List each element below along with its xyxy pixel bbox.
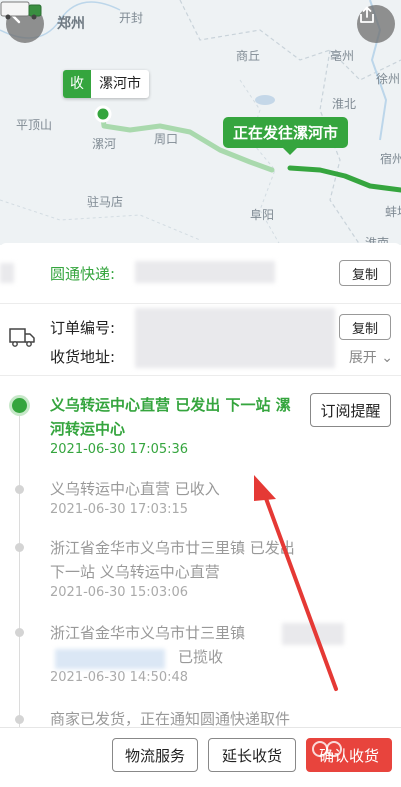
city-label: 平顶山 — [16, 118, 53, 132]
event-time: 2021-06-30 17:05:36 — [50, 442, 189, 457]
timeline-dot — [15, 715, 24, 724]
confirm-receipt-button[interactable]: 确认收货 — [306, 738, 392, 772]
order-number-label: 订单编号: — [50, 319, 116, 337]
timeline-event: 义乌转运中心直营 已发出 下一站 漯河转运中心 2021-06-30 17:05… — [50, 393, 305, 457]
timeline-dot — [15, 485, 24, 494]
timeline-line — [19, 405, 20, 735]
bottom-action-bar: 物流服务 延长收货 确认收货 — [0, 727, 401, 787]
city-label: 驻马店 — [87, 195, 124, 209]
destination-marker — [94, 105, 112, 123]
courier-row: 圆通快递: 复制 — [0, 255, 401, 293]
share-button[interactable] — [357, 5, 395, 43]
logistics-service-button[interactable]: 物流服务 — [112, 738, 198, 772]
city-label: 周口 — [154, 132, 179, 146]
truck-icon — [0, 1, 42, 20]
city-label: 徐州 — [376, 72, 401, 86]
divider — [0, 303, 401, 304]
redacted-tracking-number — [135, 261, 275, 283]
city-label: 蚌埠 — [385, 205, 401, 219]
route-map[interactable]: 郑州 开封 商丘 平顶山 漯河 周口 驻马店 阜阳 亳州 淮北 徐州 蚌埠 宿州… — [0, 0, 401, 245]
redacted-order-details — [135, 308, 335, 368]
city-label: 亳州 — [330, 49, 355, 63]
destination-tag: 收 漯河市 — [63, 70, 149, 98]
expand-address-link[interactable]: 展开 ⌄ — [349, 347, 393, 367]
shipment-panel: 圆通快递: 复制 订单编号: 收货地址: 复制 展开 ⌄ 义乌转运中心直营 已发… — [0, 243, 401, 786]
city-label: 阜阳 — [250, 208, 275, 222]
subscribe-reminder-button[interactable]: 订阅提醒 — [310, 393, 391, 427]
city-label: 淮北 — [332, 97, 357, 111]
extend-receipt-button[interactable]: 延长收货 — [208, 738, 296, 772]
timeline-dot — [15, 628, 24, 637]
address-label: 收货地址: — [50, 348, 116, 366]
timeline-dot — [15, 543, 24, 552]
city-label: 漯河 — [92, 137, 117, 151]
share-icon — [360, 6, 374, 23]
copy-order-button[interactable]: 复制 — [339, 314, 391, 340]
annotation-arrow-icon — [254, 475, 338, 691]
transit-status-bubble: 正在发往漯河市 — [223, 117, 349, 155]
city-label: 开封 — [119, 11, 144, 25]
redacted-block — [0, 263, 14, 283]
expand-label: 展开 — [348, 350, 377, 366]
destination-prefix: 收 — [63, 70, 91, 98]
city-label: 商丘 — [236, 49, 261, 63]
destination-name: 漯河市 — [99, 76, 141, 92]
redacted-block — [55, 649, 165, 669]
truck-outline-icon — [9, 328, 35, 347]
timeline-dot-current — [12, 398, 27, 413]
city-label: 郑州 — [57, 16, 85, 32]
copy-tracking-button[interactable]: 复制 — [339, 260, 391, 286]
divider — [0, 375, 401, 376]
city-label: 宿州 — [380, 152, 401, 166]
courier-label: 圆通快递: — [50, 265, 116, 283]
event-description: 义乌转运中心直营 已发出 下一站 漯河转运中心 — [50, 396, 291, 438]
